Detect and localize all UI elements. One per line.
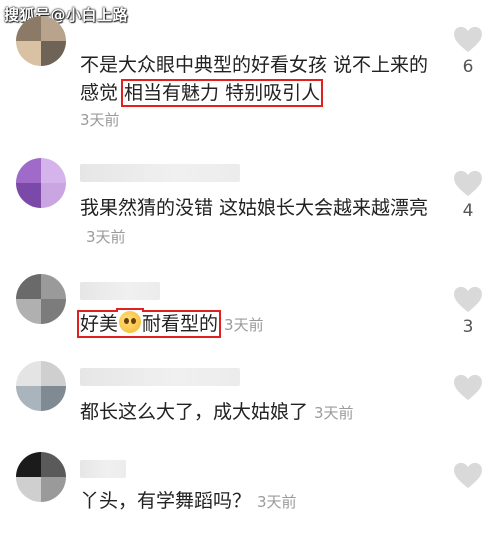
like-button[interactable] (450, 462, 486, 489)
comment-time: 3天前 (314, 404, 354, 422)
watermark: 搜狐号@小白上路 (4, 6, 129, 24)
username-blur (80, 460, 126, 478)
comment-text-plain: 我果然猜的没错 这姑娘长大会越来越漂亮 (80, 197, 429, 219)
comment-time: 3天前 (257, 493, 297, 511)
comment-text: 我果然猜的没错 这姑娘长大会越来越漂亮 3天前 (80, 194, 440, 251)
avatar[interactable] (16, 16, 66, 66)
like-button[interactable] (450, 374, 486, 401)
username-blur (80, 368, 240, 386)
avatar[interactable] (16, 452, 66, 502)
highlight-box: 好美 耐看型的 (76, 310, 222, 338)
username-blur (80, 282, 160, 300)
comment-text: 好美 耐看型的 3天前 (76, 310, 440, 339)
comment-text-before: 好美 (80, 313, 119, 335)
highlight-box: 相当有魅力 特别吸引人 (121, 79, 324, 107)
heart-icon (454, 462, 482, 489)
like-count: 4 (462, 201, 474, 221)
heart-icon (454, 286, 482, 313)
avatar[interactable] (16, 158, 66, 208)
like-button[interactable]: 6 (450, 26, 486, 77)
avatar[interactable] (16, 274, 66, 324)
like-count: 6 (462, 57, 474, 77)
like-button[interactable]: 3 (450, 286, 486, 337)
comment-text-after: 耐看型的 (142, 313, 219, 335)
comment-text: 都长这么大了，成大姑娘了 3天前 (80, 398, 440, 427)
comment-text-plain: 都长这么大了，成大姑娘了 (80, 401, 309, 423)
comment-text: 丫头，有学舞蹈吗？ 3天前 (80, 487, 440, 516)
pleading-face-emoji-icon (119, 311, 142, 333)
comment-time: 3天前 (224, 316, 264, 334)
comment-text-plain: 丫头，有学舞蹈吗？ (80, 490, 252, 512)
heart-icon (454, 170, 482, 197)
heart-icon (454, 26, 482, 53)
like-button[interactable]: 4 (450, 170, 486, 221)
username-blur (80, 164, 240, 182)
like-count: 3 (462, 317, 474, 337)
avatar[interactable] (16, 361, 66, 411)
comment-time: 3天前 (86, 228, 126, 246)
heart-icon (454, 374, 482, 401)
comment-time: 3天前 (80, 111, 120, 129)
comment-text: 不是大众眼中典型的好看女孩 说不上来的感觉 相当有魅力 特别吸引人 3天前 (80, 51, 440, 131)
